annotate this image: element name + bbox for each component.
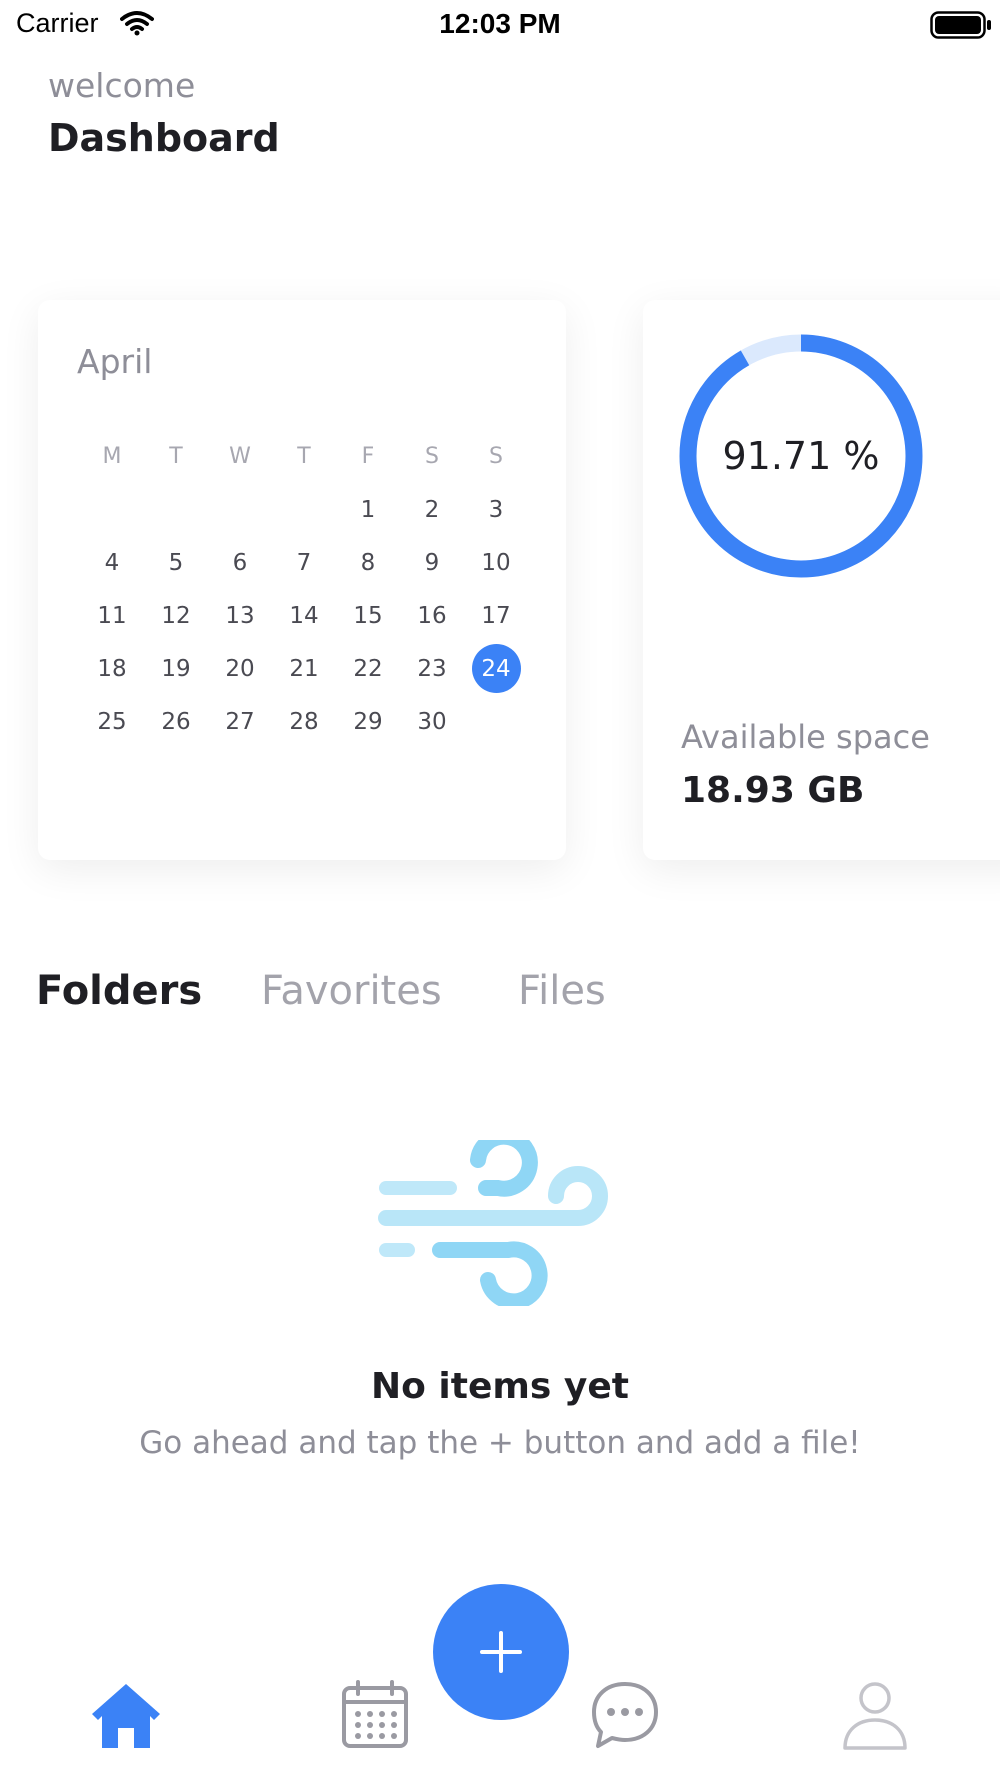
battery-icon bbox=[930, 11, 992, 43]
calendar-day[interactable]: 17 bbox=[464, 589, 528, 642]
calendar-weekday: S bbox=[425, 444, 439, 469]
tab-folders[interactable]: Folders bbox=[36, 968, 202, 1014]
calendar-blank bbox=[272, 483, 336, 536]
home-icon bbox=[92, 1684, 160, 1748]
calendar-day[interactable]: 18 bbox=[80, 642, 144, 695]
calendar-day[interactable]: 28 bbox=[272, 695, 336, 748]
calendar-grid: M T W T F S S 1 2 3 4 5 6 7 8 9 10 11 12 13 14 15 16 17 18 19 20 21… bbox=[80, 430, 528, 748]
plus-icon bbox=[480, 1631, 522, 1673]
calendar-day[interactable]: 10 bbox=[464, 536, 528, 589]
calendar-day[interactable]: 21 bbox=[272, 642, 336, 695]
calendar-day[interactable]: 8 bbox=[336, 536, 400, 589]
storage-percent: 91.71 % bbox=[722, 434, 880, 478]
tab-favorites[interactable]: Favorites bbox=[261, 968, 442, 1014]
available-space-value: 18.93 GB bbox=[681, 770, 865, 811]
calendar-day[interactable]: 3 bbox=[464, 483, 528, 536]
nav-profile[interactable] bbox=[842, 1680, 908, 1754]
calendar-day[interactable]: 13 bbox=[208, 589, 272, 642]
calendar-day[interactable]: 11 bbox=[80, 589, 144, 642]
storage-card: 91.71 % Available space 18.93 GB bbox=[643, 300, 1000, 860]
calendar-day[interactable]: 27 bbox=[208, 695, 272, 748]
calendar-blank bbox=[208, 483, 272, 536]
status-bar: Carrier 12:03 PM bbox=[0, 0, 1000, 50]
wind-icon bbox=[378, 1128, 622, 1310]
welcome-label: welcome bbox=[48, 66, 196, 105]
calendar-day[interactable]: 30 bbox=[400, 695, 464, 748]
calendar-day[interactable]: 29 bbox=[336, 695, 400, 748]
profile-icon bbox=[843, 1682, 907, 1750]
nav-home[interactable] bbox=[90, 1680, 162, 1756]
calendar-day[interactable]: 20 bbox=[208, 642, 272, 695]
tab-files[interactable]: Files bbox=[518, 968, 606, 1014]
chat-icon bbox=[592, 1682, 658, 1748]
calendar-day[interactable]: 5 bbox=[144, 536, 208, 589]
calendar-day[interactable]: 23 bbox=[400, 642, 464, 695]
add-button[interactable] bbox=[433, 1584, 569, 1720]
calendar-card: April M T W T F S S 1 2 3 4 5 6 7 8 9 10 11 12 13 14 15 16 17 18… bbox=[38, 300, 566, 860]
nav-calendar[interactable] bbox=[340, 1680, 410, 1754]
calendar-day[interactable]: 15 bbox=[336, 589, 400, 642]
calendar-day[interactable]: 12 bbox=[144, 589, 208, 642]
empty-state-title: No items yet bbox=[371, 1366, 629, 1407]
status-time: 12:03 PM bbox=[439, 8, 561, 39]
calendar-month: April bbox=[77, 342, 153, 381]
calendar-day[interactable]: 25 bbox=[80, 695, 144, 748]
calendar-day[interactable]: 14 bbox=[272, 589, 336, 642]
calendar-weekday: W bbox=[229, 444, 251, 469]
calendar-weekday: S bbox=[489, 444, 503, 469]
calendar-day-selected[interactable]: 24 bbox=[464, 642, 528, 695]
calendar-day-label: 24 bbox=[471, 644, 521, 693]
calendar-day[interactable]: 7 bbox=[272, 536, 336, 589]
calendar-weekday: T bbox=[169, 444, 183, 469]
calendar-day[interactable]: 9 bbox=[400, 536, 464, 589]
calendar-weekday: F bbox=[361, 444, 375, 469]
calendar-day[interactable]: 2 bbox=[400, 483, 464, 536]
calendar-day[interactable]: 22 bbox=[336, 642, 400, 695]
empty-state-subtitle: Go ahead and tap the + button and add a … bbox=[139, 1425, 861, 1461]
calendar-blank bbox=[144, 483, 208, 536]
calendar-icon bbox=[342, 1680, 408, 1748]
page-title: Dashboard bbox=[48, 116, 280, 160]
calendar-day[interactable]: 19 bbox=[144, 642, 208, 695]
calendar-day[interactable]: 4 bbox=[80, 536, 144, 589]
calendar-day[interactable]: 6 bbox=[208, 536, 272, 589]
nav-chat[interactable] bbox=[590, 1680, 660, 1754]
calendar-day[interactable]: 16 bbox=[400, 589, 464, 642]
available-space-label: Available space bbox=[681, 718, 930, 756]
calendar-weekday: T bbox=[297, 444, 311, 469]
calendar-day[interactable]: 26 bbox=[144, 695, 208, 748]
calendar-blank bbox=[80, 483, 144, 536]
calendar-day[interactable]: 1 bbox=[336, 483, 400, 536]
calendar-weekday: M bbox=[102, 444, 122, 469]
